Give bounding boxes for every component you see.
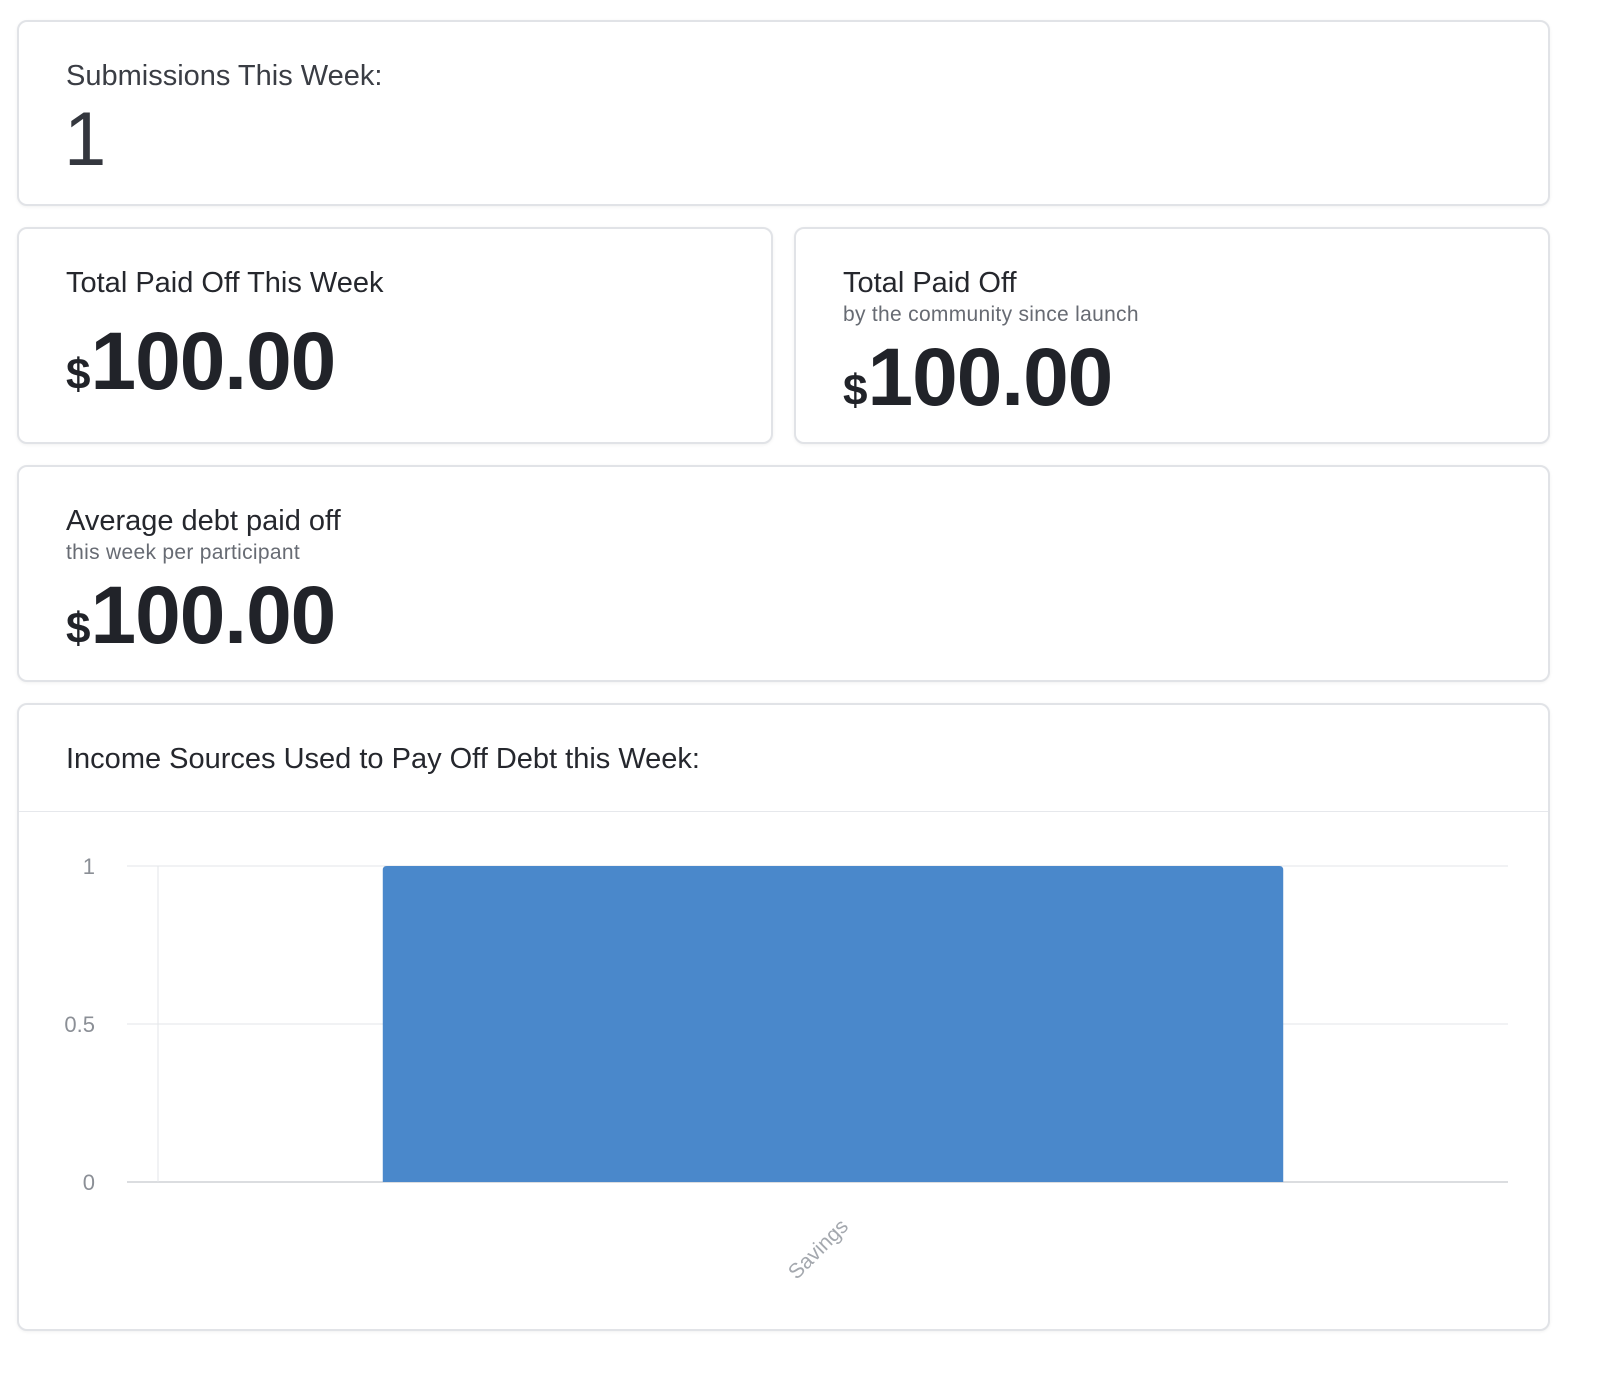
amount-value: 100.00 — [90, 570, 336, 661]
amount-value: 100.00 — [867, 332, 1113, 423]
chart-header-divider — [19, 811, 1548, 812]
income-bar-chart: 0 0.5 1 Savings — [64, 854, 1508, 1284]
y-tick-label: 0 — [83, 1170, 95, 1195]
bar — [382, 866, 1284, 1182]
average-label: Average debt paid off — [66, 505, 341, 537]
submissions-card: Submissions This Week: 1 — [17, 20, 1550, 206]
week-total-amount: $ 100.00 — [66, 316, 336, 407]
income-chart-card: Income Sources Used to Pay Off Debt this… — [17, 703, 1550, 1331]
average-sublabel: this week per participant — [66, 541, 300, 564]
currency-symbol: $ — [843, 366, 868, 415]
amount-value: 100.00 — [90, 316, 336, 407]
all-time-total-label: Total Paid Off — [843, 267, 1017, 299]
currency-symbol: $ — [66, 350, 91, 399]
y-tick-label: 1 — [83, 854, 95, 879]
week-total-label: Total Paid Off This Week — [66, 267, 384, 299]
income-chart-title: Income Sources Used to Pay Off Debt this… — [66, 743, 700, 775]
submissions-label: Submissions This Week: — [66, 60, 383, 92]
all-time-total-amount: $ 100.00 — [843, 332, 1113, 423]
all-time-total-card: Total Paid Off by the community since la… — [794, 227, 1550, 444]
all-time-total-sublabel: by the community since launch — [843, 303, 1139, 326]
y-tick-label: 0.5 — [64, 1012, 95, 1037]
submissions-count: 1 — [64, 97, 107, 182]
average-card: Average debt paid off this week per part… — [17, 465, 1550, 682]
x-tick-label: Savings — [784, 1215, 853, 1284]
currency-symbol: $ — [66, 604, 91, 653]
week-total-card: Total Paid Off This Week $ 100.00 — [17, 227, 773, 444]
average-amount: $ 100.00 — [66, 570, 336, 661]
